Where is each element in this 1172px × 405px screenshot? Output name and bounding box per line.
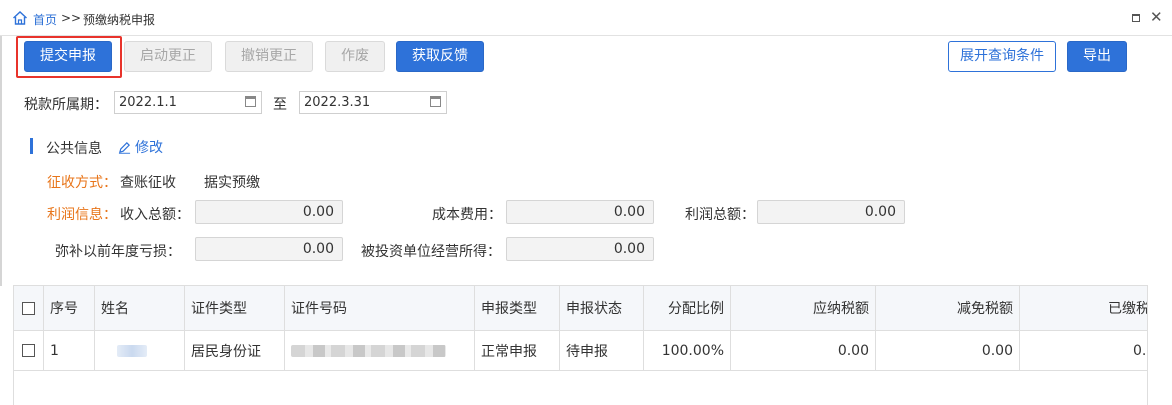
breadcrumb-current: 预缴纳税申报 bbox=[83, 13, 156, 27]
header-name: 姓名 bbox=[95, 286, 185, 330]
export-button[interactable]: 导出 bbox=[1067, 41, 1127, 72]
left-edge bbox=[0, 36, 2, 286]
header-tax-relief: 减免税额 bbox=[876, 286, 1020, 330]
table-header: 序号 姓名 证件类型 证件号码 申报类型 申报状态 分配比例 应纳税额 减免税额… bbox=[14, 286, 1147, 331]
select-all-cell bbox=[14, 286, 44, 330]
get-feedback-button[interactable]: 获取反馈 bbox=[396, 41, 484, 72]
title-bar: 首页 >> 预缴纳税申报 ✕ bbox=[0, 0, 1172, 36]
cell-declare-type: 正常申报 bbox=[475, 331, 560, 370]
redacted-name bbox=[117, 344, 147, 357]
submit-declaration-button[interactable]: 提交申报 bbox=[24, 41, 112, 72]
cell-tax-payable: 0.00 bbox=[731, 331, 876, 370]
public-info-title: 公共信息 bbox=[46, 141, 102, 157]
select-all-checkbox[interactable] bbox=[22, 301, 35, 315]
header-declare-type: 申报类型 bbox=[475, 286, 560, 330]
edit-label: 修改 bbox=[135, 140, 163, 156]
redacted-id-number bbox=[291, 344, 446, 357]
row-checkbox[interactable] bbox=[22, 344, 35, 357]
close-icon[interactable]: ✕ bbox=[1150, 9, 1163, 25]
total-income-label: 收入总额： bbox=[120, 207, 190, 223]
period-end-value: 2022.3.31 bbox=[304, 95, 371, 110]
cell-ratio: 100.00% bbox=[644, 331, 731, 370]
edit-public-info-link[interactable]: 修改 bbox=[118, 137, 163, 157]
cost-field[interactable]: 0.00 bbox=[506, 200, 654, 224]
prior-loss-label: 弥补以前年度亏损： bbox=[55, 244, 181, 260]
maximize-icon[interactable] bbox=[1132, 14, 1140, 22]
cell-name bbox=[95, 331, 185, 370]
header-tax-payable: 应纳税额 bbox=[731, 286, 876, 330]
header-id-number: 证件号码 bbox=[285, 286, 475, 330]
cell-tax-relief: 0.00 bbox=[876, 331, 1020, 370]
invested-income-label: 被投资单位经营所得： bbox=[361, 244, 501, 260]
cell-index: 1 bbox=[44, 331, 95, 370]
expand-query-button[interactable]: 展开查询条件 bbox=[948, 41, 1056, 72]
declaration-table: 序号 姓名 证件类型 证件号码 申报类型 申报状态 分配比例 应纳税额 减免税额… bbox=[13, 285, 1148, 405]
calendar-icon[interactable] bbox=[245, 96, 256, 107]
collection-method-label: 征收方式： bbox=[47, 175, 117, 191]
collection-method-value: 查账征收 bbox=[120, 175, 176, 191]
header-ratio: 分配比例 bbox=[644, 286, 731, 330]
invested-income-field[interactable]: 0.00 bbox=[506, 237, 654, 261]
table-row[interactable]: 1 居民身份证 正常申报 待申报 100.00% 0.00 0.00 0.00 bbox=[14, 331, 1147, 371]
header-index: 序号 bbox=[44, 286, 95, 330]
home-icon[interactable] bbox=[12, 10, 28, 26]
period-start-value: 2022.1.1 bbox=[119, 95, 177, 110]
header-status: 申报状态 bbox=[560, 286, 644, 330]
cell-id-number bbox=[285, 331, 475, 370]
profit-info-label: 利润信息： bbox=[47, 207, 117, 223]
cell-tax-paid: 0.00 bbox=[1020, 331, 1147, 370]
total-profit-field[interactable]: 0.00 bbox=[757, 200, 905, 224]
header-tax-paid: 已缴税额 bbox=[1020, 286, 1147, 330]
prepay-basis-value: 据实预缴 bbox=[204, 175, 260, 191]
section-marker bbox=[30, 138, 33, 154]
cell-id-type: 居民身份证 bbox=[185, 331, 285, 370]
cancel-correction-button[interactable]: 撤销更正 bbox=[225, 41, 313, 72]
period-to-label: 至 bbox=[273, 97, 287, 113]
header-id-type: 证件类型 bbox=[185, 286, 285, 330]
period-start-input[interactable]: 2022.1.1 bbox=[114, 91, 262, 114]
void-button[interactable]: 作废 bbox=[325, 41, 385, 72]
edit-icon bbox=[118, 142, 131, 154]
breadcrumb-home-link[interactable]: 首页 bbox=[33, 11, 57, 28]
tax-period-label: 税款所属期： bbox=[24, 97, 108, 113]
prior-loss-field[interactable]: 0.00 bbox=[195, 237, 343, 261]
row-select-cell bbox=[14, 331, 44, 370]
cost-label: 成本费用： bbox=[432, 207, 502, 223]
breadcrumb-separator: >> bbox=[61, 11, 82, 25]
cell-status: 待申报 bbox=[560, 331, 644, 370]
start-correction-button[interactable]: 启动更正 bbox=[124, 41, 212, 72]
total-income-field[interactable]: 0.00 bbox=[195, 200, 343, 224]
period-end-input[interactable]: 2022.3.31 bbox=[299, 91, 447, 114]
calendar-icon[interactable] bbox=[430, 96, 441, 107]
total-profit-label: 利润总额： bbox=[685, 207, 755, 223]
